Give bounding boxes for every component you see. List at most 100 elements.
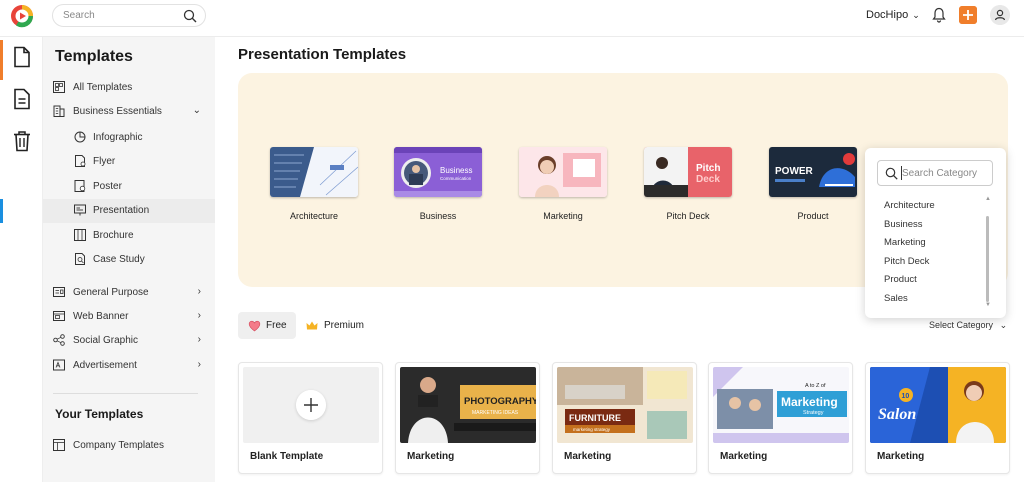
sidebar-item-label: Flyer bbox=[93, 156, 116, 167]
sidebar-item-web-banner[interactable]: Web Banner › bbox=[43, 305, 215, 329]
business-thumbnail: Business Communication bbox=[394, 147, 482, 197]
category-card-product[interactable]: POWER Product bbox=[769, 147, 857, 221]
sidebar-item-flyer[interactable]: Flyer bbox=[43, 150, 215, 174]
document-icon[interactable] bbox=[12, 46, 32, 68]
template-thumbnail: PHOTOGRAPHY MARKETING IDEAS bbox=[400, 367, 536, 443]
category-card-business[interactable]: Business Communication Business bbox=[394, 147, 482, 221]
sidebar-item-company-templates[interactable]: Company Templates bbox=[43, 434, 215, 458]
your-templates-title: Your Templates bbox=[55, 407, 144, 421]
sidebar-item-label: Advertisement bbox=[73, 360, 137, 371]
svg-text:PHOTOGRAPHY: PHOTOGRAPHY bbox=[464, 396, 536, 407]
brochure-icon bbox=[74, 229, 86, 241]
template-thumbnail: FURNITURE marketing strategy bbox=[557, 367, 693, 443]
sidebar-item-social-graphic[interactable]: Social Graphic › bbox=[43, 329, 215, 353]
select-category-dropdown[interactable]: Select Category ⌄ bbox=[929, 320, 1007, 331]
sidebar-item-brochure[interactable]: Brochure bbox=[43, 224, 215, 248]
poster-icon bbox=[74, 180, 86, 192]
sidebar-item-label: General Purpose bbox=[73, 287, 149, 298]
category-option[interactable]: Architecture bbox=[884, 200, 935, 219]
chevron-down-icon: ⌄ bbox=[192, 105, 201, 116]
pitch-deck-thumbnail: Pitch Deck bbox=[644, 147, 732, 197]
template-card[interactable]: FURNITURE marketing strategy Marketing bbox=[552, 362, 697, 474]
svg-text:10: 10 bbox=[902, 393, 910, 400]
case-study-icon bbox=[75, 253, 85, 265]
category-options: Architecture Business Marketing Pitch De… bbox=[884, 200, 935, 312]
sidebar-item-poster[interactable]: Poster bbox=[43, 175, 215, 199]
sidebar-item-general-purpose[interactable]: General Purpose › bbox=[43, 281, 215, 305]
top-bar: Search DocHipo ⌄ bbox=[0, 0, 1024, 37]
search-bar[interactable]: Search bbox=[52, 4, 206, 27]
page-icon[interactable] bbox=[12, 88, 32, 110]
svg-text:Communication: Communication bbox=[440, 176, 472, 181]
svg-text:marketing strategy: marketing strategy bbox=[573, 427, 611, 432]
sidebar-item-label: Brochure bbox=[93, 230, 134, 241]
search-icon[interactable] bbox=[183, 9, 197, 23]
scroll-up-icon[interactable]: ▲ bbox=[985, 196, 991, 202]
svg-text:A to Z of: A to Z of bbox=[805, 383, 826, 389]
building-icon bbox=[53, 105, 65, 117]
web-banner-icon bbox=[53, 311, 65, 321]
category-search-placeholder: Search Category bbox=[902, 168, 978, 179]
sidebar-divider bbox=[53, 393, 198, 394]
trash-icon[interactable] bbox=[12, 130, 32, 152]
sidebar-item-advertisement[interactable]: Advertisement › bbox=[43, 354, 215, 378]
sidebar-item-label: Case Study bbox=[93, 254, 145, 265]
template-card[interactable]: PHOTOGRAPHY MARKETING IDEAS Marketing bbox=[395, 362, 540, 474]
category-option[interactable]: Sales bbox=[884, 293, 935, 312]
category-option[interactable]: Pitch Deck bbox=[884, 256, 935, 275]
blank-template-thumbnail bbox=[243, 367, 379, 443]
sidebar-item-infographic[interactable]: Infographic bbox=[43, 126, 215, 150]
card-label: Marketing bbox=[720, 451, 768, 462]
free-filter-button[interactable]: Free bbox=[238, 312, 296, 339]
category-option[interactable]: Product bbox=[884, 274, 935, 293]
template-thumbnail: 10 Salon bbox=[870, 367, 1006, 443]
chevron-down-icon: ⌄ bbox=[999, 320, 1008, 330]
grid-icon bbox=[53, 81, 65, 93]
icon-rail bbox=[0, 37, 43, 482]
category-card-marketing[interactable]: Marketing bbox=[519, 147, 607, 221]
dochipo-logo[interactable] bbox=[10, 4, 34, 28]
create-button[interactable] bbox=[959, 6, 977, 24]
plus-icon[interactable] bbox=[296, 390, 326, 420]
card-label: Marketing bbox=[564, 451, 612, 462]
flyer-icon bbox=[75, 155, 86, 167]
premium-filter-button[interactable]: Premium bbox=[303, 312, 373, 339]
chevron-down-icon: ⌄ bbox=[912, 10, 920, 20]
free-filter-label: Free bbox=[266, 320, 287, 331]
sidebar-item-presentation[interactable]: Presentation bbox=[0, 199, 215, 223]
search-icon bbox=[885, 167, 898, 180]
sidebar-item-case-study[interactable]: Case Study bbox=[43, 248, 215, 272]
id-card-icon bbox=[53, 287, 65, 297]
user-avatar-icon[interactable] bbox=[990, 5, 1010, 25]
category-card-pitch-deck[interactable]: Pitch Deck Pitch Deck bbox=[644, 147, 732, 221]
category-option[interactable]: Marketing bbox=[884, 237, 935, 256]
heart-icon bbox=[248, 320, 261, 332]
category-option[interactable]: Business bbox=[884, 219, 935, 238]
card-label: Blank Template bbox=[250, 451, 324, 462]
template-thumbnail: A to Z of Marketing Strategy bbox=[713, 367, 849, 443]
category-card-architecture[interactable]: Architecture bbox=[270, 147, 359, 221]
scroll-down-icon[interactable]: ▼ bbox=[985, 302, 991, 308]
template-card[interactable]: 10 Salon Marketing bbox=[865, 362, 1010, 474]
bell-icon[interactable] bbox=[932, 7, 946, 23]
category-search-input[interactable]: Search Category bbox=[877, 160, 993, 186]
sidebar-item-label: Web Banner bbox=[73, 311, 129, 322]
dropdown-scrollbar[interactable] bbox=[986, 216, 989, 302]
svg-text:Business: Business bbox=[440, 166, 472, 175]
sidebar-item-label: Business Essentials bbox=[73, 106, 162, 117]
crown-icon bbox=[306, 321, 318, 330]
product-thumbnail: POWER bbox=[769, 147, 857, 197]
sidebar-item-all-templates[interactable]: All Templates bbox=[43, 76, 215, 100]
sidebar-item-business-essentials[interactable]: Business Essentials ⌄ bbox=[43, 100, 215, 124]
advertisement-icon bbox=[53, 359, 65, 371]
sidebar-item-label: Company Templates bbox=[73, 440, 164, 451]
category-label: Marketing bbox=[543, 211, 583, 221]
chart-icon bbox=[74, 131, 86, 143]
share-icon bbox=[53, 334, 65, 346]
sidebar-item-label: All Templates bbox=[73, 82, 133, 93]
chevron-right-icon: › bbox=[197, 286, 201, 297]
svg-text:POWER: POWER bbox=[775, 166, 814, 177]
template-card[interactable]: A to Z of Marketing Strategy Marketing bbox=[708, 362, 853, 474]
blank-template-card[interactable]: Blank Template bbox=[238, 362, 383, 474]
workspace-switcher[interactable]: DocHipo ⌄ bbox=[866, 9, 920, 21]
